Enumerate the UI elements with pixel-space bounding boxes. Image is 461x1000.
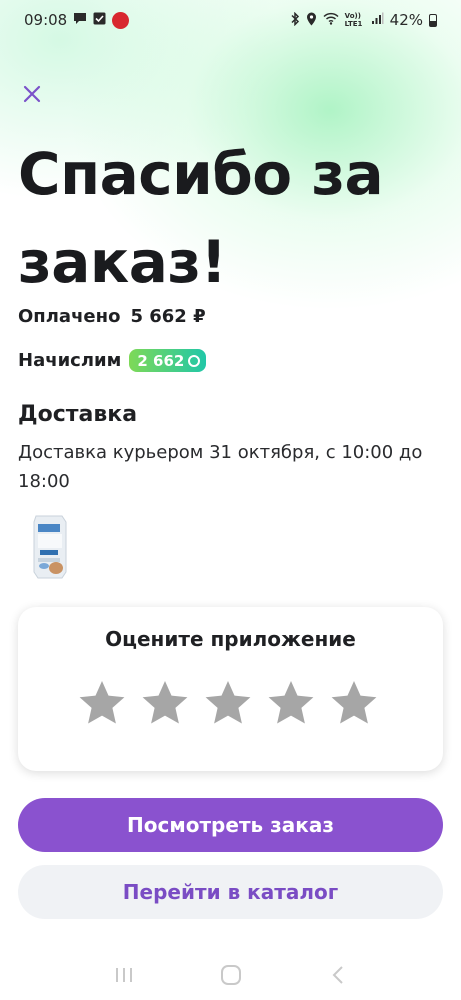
- rate-app-title: Оцените приложение: [105, 627, 356, 651]
- status-bar-right: Vo)) LTE1 42%: [290, 11, 437, 29]
- system-nav-bar: [0, 950, 461, 1000]
- status-bar-left: 09:08: [24, 11, 130, 29]
- delivery-title: Доставка: [18, 402, 138, 427]
- volte-icon: Vo)) LTE1: [344, 12, 363, 28]
- bluetooth-icon: [290, 11, 300, 29]
- delivery-details: Доставка курьером 31 октября, с 10:00 до…: [18, 442, 423, 492]
- go-to-catalog-button[interactable]: Перейти в каталог: [18, 865, 443, 919]
- bonus-coin-icon: [188, 354, 201, 367]
- chat-icon: [73, 12, 87, 28]
- location-icon: [306, 12, 317, 29]
- signal-icon: [371, 12, 384, 28]
- battery-level: 42%: [389, 11, 423, 29]
- back-icon[interactable]: [323, 960, 353, 990]
- status-time: 09:08: [24, 11, 68, 29]
- close-icon[interactable]: [18, 80, 46, 108]
- bonus-amount: 2 662: [137, 351, 185, 370]
- page-title: Спасибо за заказ!: [18, 140, 384, 296]
- accrue-label: Начислим: [18, 350, 122, 371]
- recents-icon[interactable]: [109, 960, 139, 990]
- star-icon-2[interactable]: [141, 679, 189, 727]
- battery-icon: [429, 13, 437, 27]
- home-icon[interactable]: [216, 960, 246, 990]
- paid-amount: 5 662 ₽: [130, 306, 206, 327]
- paid-summary: Оплачено 5 662 ₽: [18, 306, 206, 327]
- app-notification-icon: [112, 11, 130, 29]
- view-order-button[interactable]: Посмотреть заказ: [18, 798, 443, 852]
- status-bar: 09:08 Vo)) LTE1 42%: [0, 0, 461, 40]
- bonus-badge: 2 662: [129, 349, 207, 372]
- product-thumbnail[interactable]: [30, 514, 70, 580]
- star-icon-4[interactable]: [267, 679, 315, 727]
- check-box-icon: [93, 12, 106, 28]
- star-icon-1[interactable]: [78, 679, 126, 727]
- star-icon-3[interactable]: [204, 679, 252, 727]
- bonus-summary: Начислим 2 662: [18, 349, 207, 372]
- star-icon-5[interactable]: [330, 679, 378, 727]
- rate-app-card: Оцените приложение: [18, 607, 443, 771]
- star-rating: [78, 679, 378, 727]
- paid-label: Оплачено: [18, 306, 121, 327]
- wifi-icon: [323, 12, 339, 28]
